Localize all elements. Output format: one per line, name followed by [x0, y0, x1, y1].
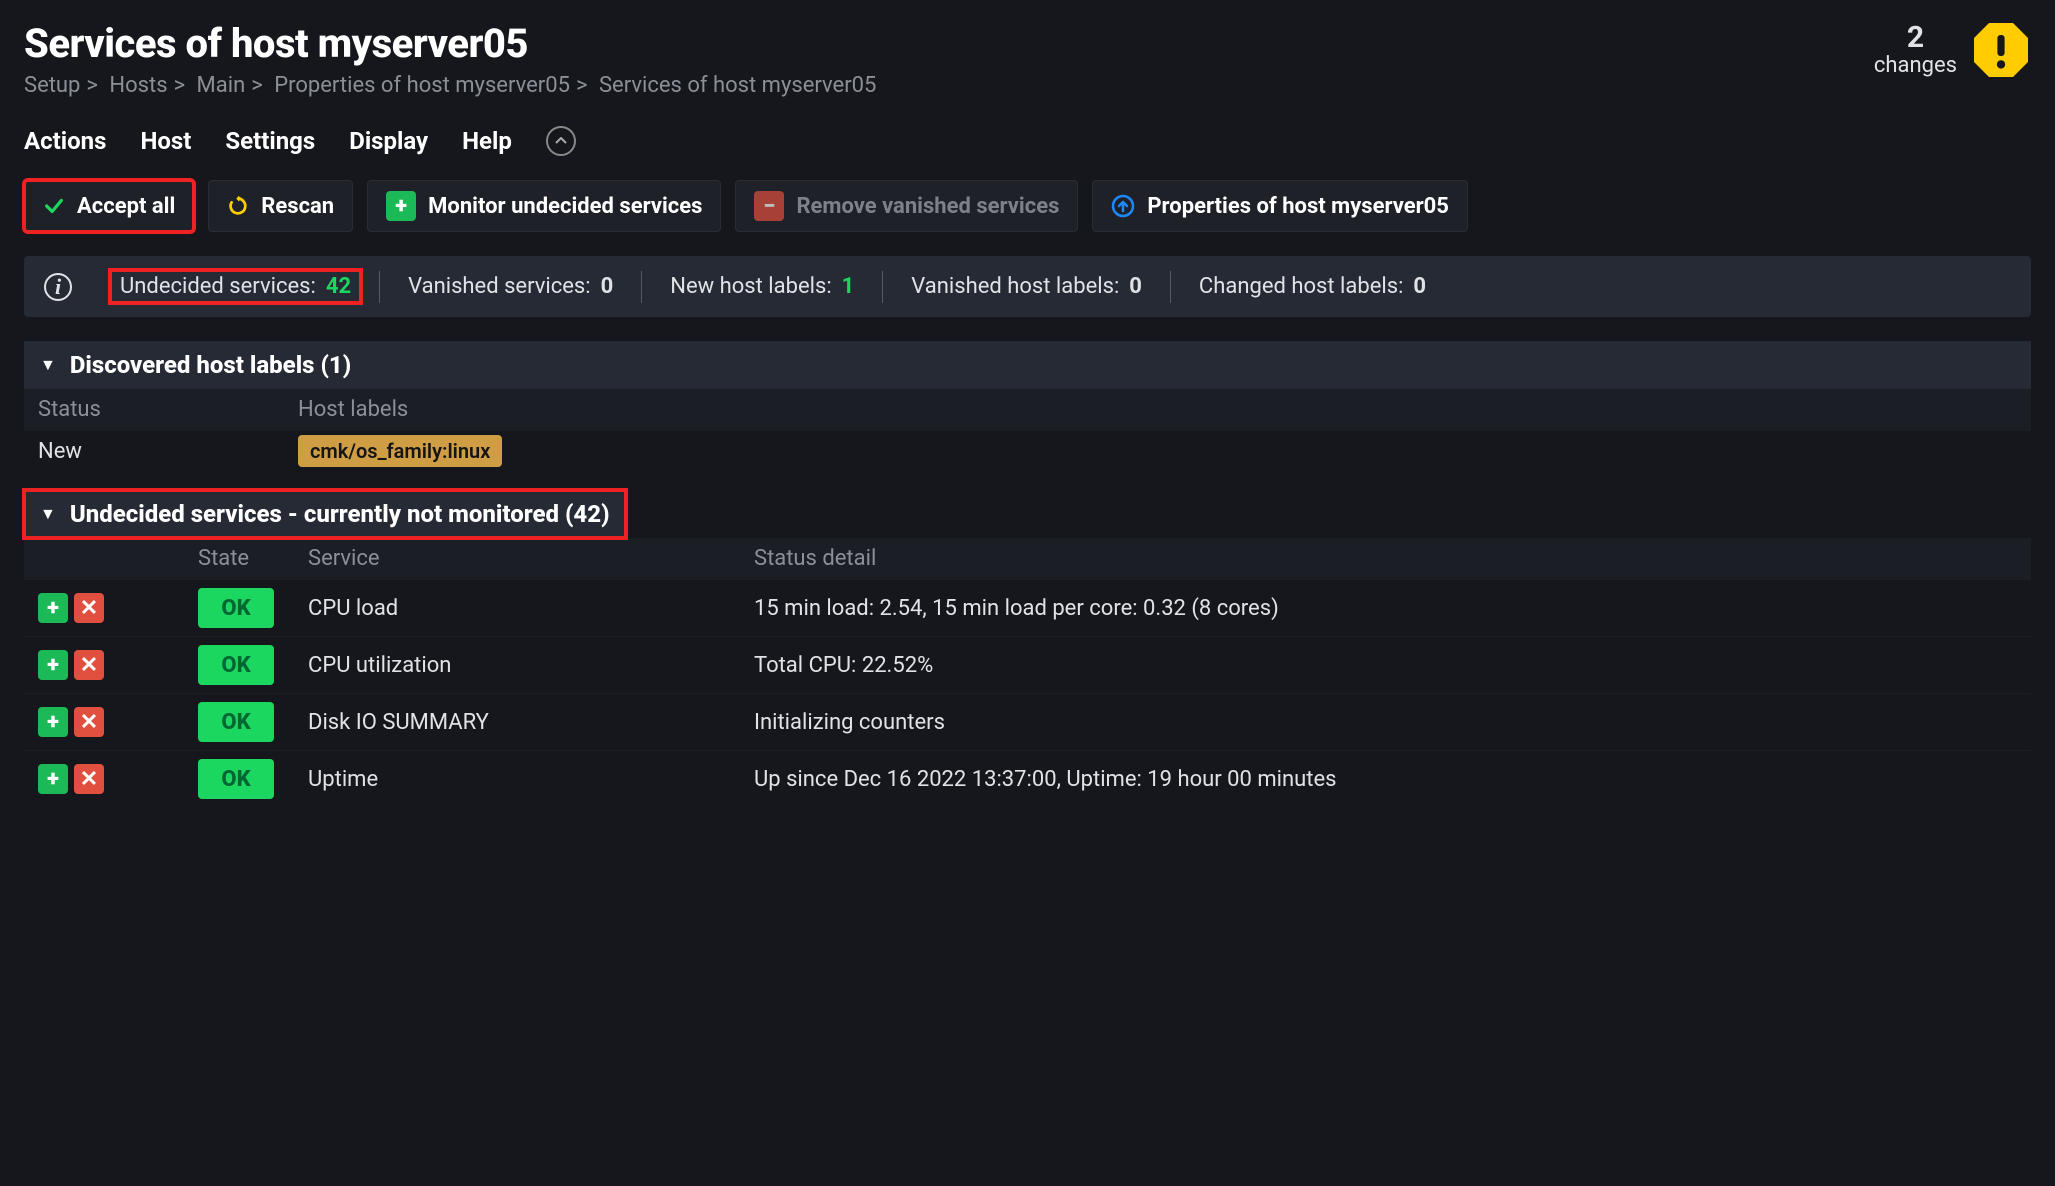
service-name: CPU utilization: [288, 653, 754, 678]
stat-changed-labels: Changed host labels: 0: [1189, 270, 1436, 303]
remove-vanished-button: − Remove vanished services: [735, 180, 1078, 232]
state-badge: OK: [198, 759, 274, 799]
pending-changes[interactable]: 2 changes: [1874, 20, 2031, 80]
breadcrumb-item[interactable]: Properties of host myserver05: [274, 73, 570, 98]
service-detail: Initializing counters: [754, 710, 2017, 735]
add-service-button[interactable]: +: [38, 764, 68, 794]
breadcrumb-item[interactable]: Hosts: [109, 73, 167, 98]
chevron-down-icon: ▼: [40, 504, 56, 524]
col-host-labels: Host labels: [298, 397, 2017, 422]
breadcrumb: Setup> Hosts> Main> Properties of host m…: [24, 73, 876, 98]
service-detail: Total CPU: 22.52%: [754, 653, 2017, 678]
label-status: New: [38, 439, 298, 464]
properties-button[interactable]: Properties of host myserver05: [1092, 180, 1468, 232]
plus-icon: +: [386, 191, 416, 221]
add-service-button[interactable]: +: [38, 650, 68, 680]
col-status: Status: [38, 397, 298, 422]
breadcrumb-item: Services of host myserver05: [599, 73, 876, 98]
service-name: CPU load: [288, 596, 754, 621]
service-detail: Up since Dec 16 2022 13:37:00, Uptime: 1…: [754, 767, 2017, 792]
refresh-icon: [227, 195, 249, 217]
label-row: New cmk/os_family:linux: [24, 430, 2031, 472]
add-service-button[interactable]: +: [38, 707, 68, 737]
service-name: Disk IO SUMMARY: [288, 710, 754, 735]
state-badge: OK: [198, 645, 274, 685]
warning-icon: [1971, 20, 2031, 80]
undecided-services-group: ▼ Undecided services - currently not mon…: [24, 490, 2031, 807]
accept-all-label: Accept all: [77, 194, 175, 219]
changes-label: changes: [1874, 53, 1957, 78]
service-row: +✕ OK CPU load15 min load: 2.54, 15 min lo…: [24, 579, 2031, 636]
discovery-stats: i Undecided services: 42 Vanished servic…: [24, 256, 2031, 317]
add-service-button[interactable]: +: [38, 593, 68, 623]
stat-undecided: Undecided services: 42: [110, 270, 361, 303]
service-name: Uptime: [288, 767, 754, 792]
properties-label: Properties of host myserver05: [1147, 194, 1449, 219]
remove-service-button[interactable]: ✕: [74, 650, 104, 680]
remove-service-button[interactable]: ✕: [74, 593, 104, 623]
monitor-undecided-label: Monitor undecided services: [428, 194, 702, 219]
toolbar: Accept all Rescan + Monitor undecided se…: [24, 180, 2031, 232]
menubar: Actions Host Settings Display Help: [24, 116, 2031, 170]
monitor-undecided-button[interactable]: + Monitor undecided services: [367, 180, 721, 232]
menu-host[interactable]: Host: [140, 127, 191, 155]
menu-settings[interactable]: Settings: [225, 127, 315, 155]
state-badge: OK: [198, 588, 274, 628]
info-arrow-icon: [1111, 194, 1135, 218]
service-row: +✕ OK Disk IO SUMMARYInitializing counters: [24, 693, 2031, 750]
stat-vanished: Vanished services: 0: [398, 270, 623, 303]
col-state: State: [198, 546, 288, 571]
undecided-services-header[interactable]: ▼ Undecided services - currently not mon…: [24, 490, 626, 538]
collapse-menu-icon[interactable]: [546, 126, 576, 156]
menu-display[interactable]: Display: [349, 127, 428, 155]
service-row: +✕ OK CPU utilizationTotal CPU: 22.52%: [24, 636, 2031, 693]
col-service: Service: [288, 546, 754, 571]
page-title: Services of host myserver05: [24, 20, 876, 67]
service-detail: 15 min load: 2.54, 15 min load per core:…: [754, 596, 2017, 621]
discovered-labels-group: ▼ Discovered host labels (1) Status Host…: [24, 341, 2031, 472]
state-badge: OK: [198, 702, 274, 742]
check-icon: [43, 195, 65, 217]
col-status-detail: Status detail: [754, 546, 2017, 571]
breadcrumb-item[interactable]: Setup: [24, 73, 80, 98]
rescan-button[interactable]: Rescan: [208, 180, 353, 232]
remove-vanished-label: Remove vanished services: [796, 194, 1059, 219]
rescan-label: Rescan: [261, 194, 334, 219]
host-label-pill[interactable]: cmk/os_family:linux: [298, 435, 502, 467]
stat-vanished-labels: Vanished host labels: 0: [901, 270, 1152, 303]
changes-count: 2: [1874, 21, 1957, 54]
breadcrumb-item[interactable]: Main: [197, 73, 246, 98]
remove-service-button[interactable]: ✕: [74, 764, 104, 794]
menu-help[interactable]: Help: [462, 127, 512, 155]
stat-new-labels: New host labels: 1: [660, 270, 864, 303]
menu-actions[interactable]: Actions: [24, 127, 106, 155]
discovered-labels-header[interactable]: ▼ Discovered host labels (1): [24, 341, 2031, 389]
accept-all-button[interactable]: Accept all: [24, 180, 194, 232]
remove-service-button[interactable]: ✕: [74, 707, 104, 737]
info-icon: i: [44, 273, 72, 301]
chevron-down-icon: ▼: [40, 355, 56, 375]
minus-icon: −: [754, 191, 784, 221]
service-row: +✕ OK UptimeUp since Dec 16 2022 13:37:00,…: [24, 750, 2031, 807]
